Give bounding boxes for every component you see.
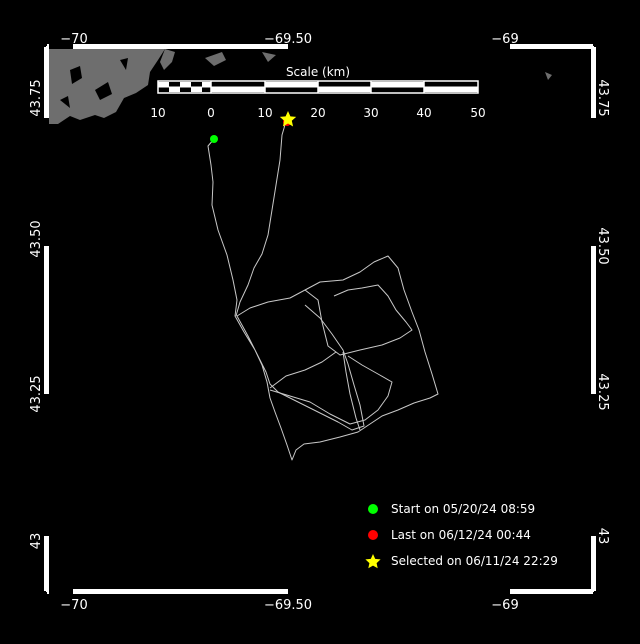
top-tick-label: −69.50 <box>264 32 312 47</box>
legend: Start on 05/20/24 08:59 Last on 06/12/24… <box>365 502 558 569</box>
scale-label: 10 <box>257 106 272 120</box>
legend-selected-label: Selected on 06/11/24 22:29 <box>391 554 558 568</box>
scale-label: 30 <box>363 106 378 120</box>
right-tick-label: 43.50 <box>595 227 610 264</box>
legend-last-label: Last on 06/12/24 00:44 <box>391 528 531 542</box>
left-tick-label: 43.75 <box>29 79 44 116</box>
right-tick-label: 43.25 <box>595 373 610 410</box>
top-tick-label: −69 <box>491 32 518 47</box>
scale-title: Scale (km) <box>286 65 350 79</box>
legend-start-label: Start on 05/20/24 08:59 <box>391 502 535 516</box>
top-tick-label: −70 <box>60 32 87 47</box>
right-tick-label: 43 <box>595 528 610 545</box>
bottom-tick-label: −70 <box>60 598 87 613</box>
legend-start-icon <box>368 504 378 514</box>
scale-label: 10 <box>150 106 165 120</box>
scale-label: 0 <box>207 106 215 120</box>
bottom-tick-label: −69 <box>491 598 518 613</box>
right-tick-label: 43.75 <box>595 79 610 116</box>
track-map: −70 −69.50 −69 −70 −69.50 −69 43.75 43.5… <box>0 0 640 640</box>
scale-label: 40 <box>416 106 431 120</box>
scale-label: 20 <box>310 106 325 120</box>
scale-label: 50 <box>470 106 485 120</box>
left-tick-label: 43.25 <box>29 375 44 412</box>
start-marker <box>210 135 218 143</box>
legend-last-icon <box>368 530 378 540</box>
left-tick-label: 43.50 <box>29 220 44 257</box>
left-tick-label: 43 <box>29 533 44 550</box>
bottom-tick-label: −69.50 <box>264 598 312 613</box>
